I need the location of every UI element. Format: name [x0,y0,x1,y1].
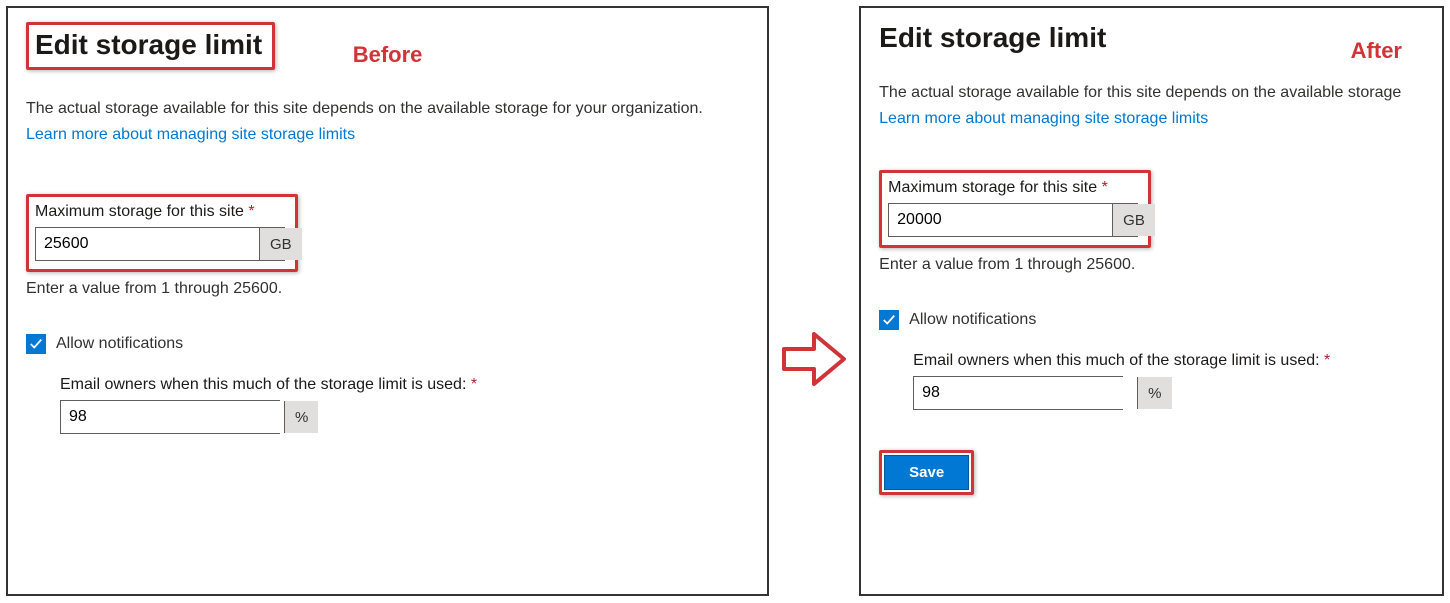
max-storage-highlight: Maximum storage for this site * GB [879,170,1151,248]
max-storage-input[interactable] [889,204,1112,236]
save-button[interactable]: Save [884,455,969,490]
description-text: The actual storage available for this si… [879,82,1424,104]
page-title: Edit storage limit [35,29,262,61]
email-threshold-label: Email owners when this much of the stora… [60,376,749,394]
allow-notifications-row: Allow notifications [879,310,1424,330]
allow-notifications-label: Allow notifications [909,311,1036,329]
after-panel: After Edit storage limit The actual stor… [859,6,1444,596]
max-storage-hint: Enter a value from 1 through 25600. [879,256,1424,274]
before-panel: Before Edit storage limit The actual sto… [6,6,769,596]
email-threshold-label: Email owners when this much of the stora… [913,352,1424,370]
unit-gb: GB [259,228,302,260]
max-storage-input-wrap: GB [35,227,285,261]
after-badge: After [1351,38,1402,64]
checkmark-icon [29,337,43,351]
email-threshold-input-wrap: % [913,376,1123,410]
before-badge: Before [353,42,423,68]
arrow-icon [779,324,849,399]
allow-notifications-checkbox[interactable] [879,310,899,330]
description-text: The actual storage available for this si… [26,98,749,120]
max-storage-input[interactable] [36,228,259,260]
save-highlight: Save [879,450,974,495]
max-storage-input-wrap: GB [888,203,1138,237]
unit-percent: % [284,401,318,433]
unit-gb: GB [1112,204,1155,236]
email-threshold-group: Email owners when this much of the stora… [60,376,749,434]
allow-notifications-row: Allow notifications [26,334,749,354]
allow-notifications-label: Allow notifications [56,335,183,353]
email-threshold-input[interactable] [914,377,1137,409]
title-highlight: Edit storage limit [26,22,275,70]
learn-more-link[interactable]: Learn more about managing site storage l… [879,110,1208,128]
max-storage-highlight: Maximum storage for this site * GB [26,194,298,272]
max-storage-label: Maximum storage for this site * [888,179,1138,197]
max-storage-label: Maximum storage for this site * [35,203,285,221]
page-title: Edit storage limit [879,22,1106,54]
learn-more-link[interactable]: Learn more about managing site storage l… [26,126,355,144]
email-threshold-input-wrap: % [60,400,280,434]
unit-percent: % [1137,377,1171,409]
max-storage-hint: Enter a value from 1 through 25600. [26,280,749,298]
email-threshold-input[interactable] [61,401,284,433]
email-threshold-group: Email owners when this much of the stora… [913,352,1424,410]
checkmark-icon [882,313,896,327]
allow-notifications-checkbox[interactable] [26,334,46,354]
